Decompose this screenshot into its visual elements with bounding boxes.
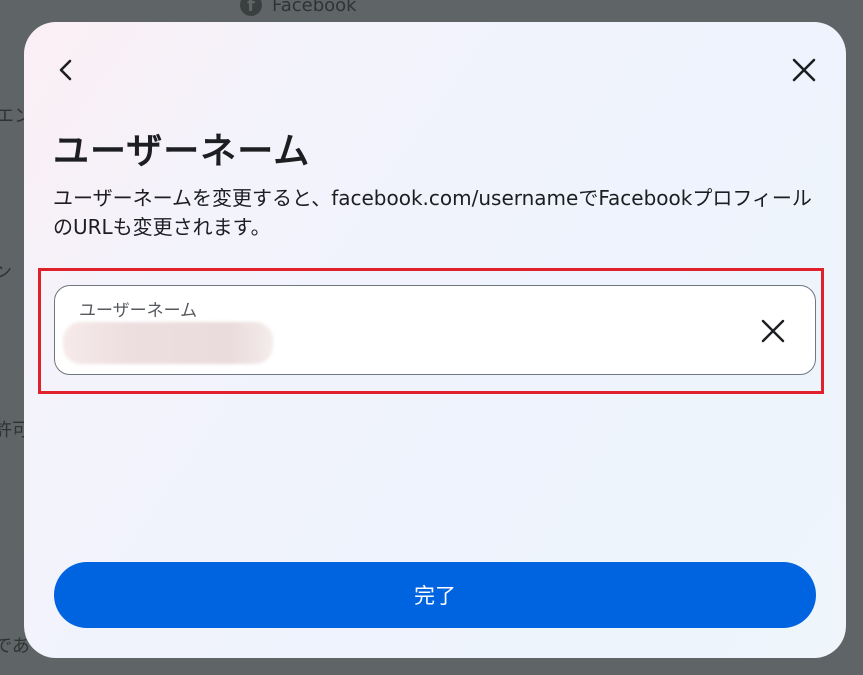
- clear-button[interactable]: [753, 311, 793, 351]
- close-button[interactable]: [784, 50, 824, 90]
- background-facebook-item: f Facebook: [240, 0, 357, 16]
- background-facebook-label: Facebook: [272, 0, 357, 16]
- username-value-redacted[interactable]: [63, 322, 273, 364]
- username-field[interactable]: ユーザーネーム: [54, 285, 816, 375]
- dialog-description: ユーザーネームを変更すると、facebook.com/usernameでFace…: [53, 186, 812, 239]
- chevron-left-icon: [59, 59, 72, 81]
- close-icon: [792, 58, 816, 82]
- done-button[interactable]: 完了: [54, 562, 816, 628]
- facebook-icon: f: [240, 0, 262, 16]
- back-button[interactable]: [46, 50, 86, 90]
- clear-icon: [761, 319, 785, 343]
- username-field-label: ユーザーネーム: [79, 301, 198, 321]
- dialog-title: ユーザーネーム: [53, 131, 311, 172]
- username-dialog: ユーザーネーム ユーザーネームを変更すると、facebook.com/usern…: [24, 22, 846, 658]
- background-fragment: ン: [0, 262, 12, 283]
